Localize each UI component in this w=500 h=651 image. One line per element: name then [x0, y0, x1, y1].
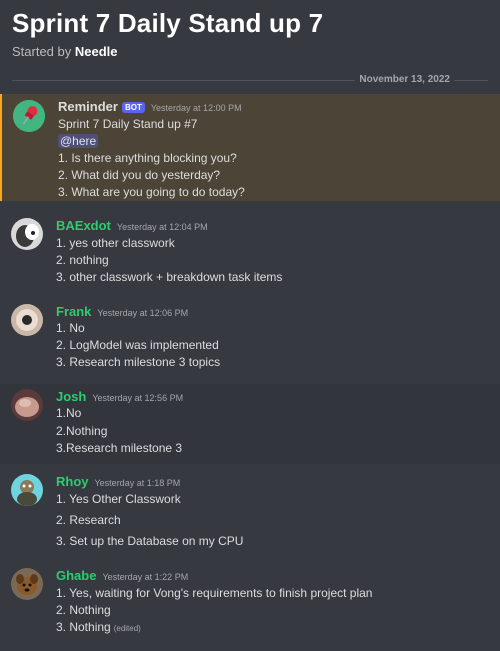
- user-avatar-icon: [11, 304, 43, 336]
- user-avatar-icon: [11, 389, 43, 421]
- message-meta: Rhoy Yesterday at 1:18 PM: [56, 474, 180, 489]
- started-by: Started by Needle: [12, 44, 118, 59]
- started-by-user[interactable]: Needle: [75, 44, 118, 59]
- started-by-prefix: Started by: [12, 44, 72, 59]
- avatar[interactable]: [13, 100, 45, 132]
- message-meta: BAExdot Yesterday at 12:04 PM: [56, 218, 208, 233]
- username[interactable]: Ghabe: [56, 568, 96, 583]
- avatar[interactable]: [11, 568, 43, 600]
- message-ghabe[interactable]: Ghabe Yesterday at 1:22 PM 1. Yes, waiti…: [0, 565, 500, 643]
- message-line: Sprint 7 Daily Stand up #7: [58, 117, 198, 131]
- message-line: 1.No: [56, 406, 82, 420]
- message-line: 2. LogModel was implemented: [56, 338, 219, 352]
- here-mention[interactable]: @here: [58, 134, 99, 148]
- message-line: 2. What did you do yesterday?: [58, 168, 221, 182]
- username[interactable]: Rhoy: [56, 474, 89, 489]
- message-line: 1. No: [56, 321, 85, 335]
- user-avatar-icon: [11, 568, 43, 600]
- timestamp: Yesterday at 12:00 PM: [150, 103, 242, 113]
- username[interactable]: Josh: [56, 389, 86, 404]
- username[interactable]: Frank: [56, 304, 91, 319]
- bot-tag: BOT: [121, 102, 145, 113]
- avatar[interactable]: [11, 389, 43, 421]
- message-line: 3. other classwork + breakdown task item…: [56, 270, 283, 284]
- timestamp: Yesterday at 1:18 PM: [94, 478, 181, 488]
- user-avatar-icon: [11, 474, 43, 506]
- message-meta: Frank Yesterday at 12:06 PM: [56, 304, 188, 319]
- timestamp: Yesterday at 1:22 PM: [102, 572, 189, 582]
- avatar[interactable]: [11, 304, 43, 336]
- message-meta: Ghabe Yesterday at 1:22 PM: [56, 568, 188, 583]
- message-line: 1. Is there anything blocking you?: [58, 151, 237, 165]
- username[interactable]: BAExdot: [56, 218, 111, 233]
- user-avatar-icon: [11, 218, 43, 250]
- timestamp: Yesterday at 12:04 PM: [116, 222, 208, 232]
- timestamp: Yesterday at 12:56 PM: [92, 393, 184, 403]
- avatar[interactable]: [11, 474, 43, 506]
- avatar[interactable]: [11, 218, 43, 250]
- message-baexdot[interactable]: BAExdot Yesterday at 12:04 PM 1. yes oth…: [0, 214, 500, 288]
- pushpin-icon: [13, 100, 45, 132]
- message-josh[interactable]: Josh Yesterday at 12:56 PM 1.No 2.Nothin…: [0, 384, 500, 464]
- message-line: 3. What are you going to do today?: [58, 185, 245, 199]
- edited-label: (edited): [113, 624, 141, 633]
- message-rhoy[interactable]: Rhoy Yesterday at 1:18 PM 1. Yes Other C…: [0, 470, 500, 555]
- date-divider-label: November 13, 2022: [355, 74, 454, 85]
- message-frank[interactable]: Frank Yesterday at 12:06 PM 1. No 2. Log…: [0, 299, 500, 376]
- message-meta: Reminder BOT Yesterday at 12:00 PM: [58, 99, 242, 114]
- message-reminder[interactable]: Reminder BOT Yesterday at 12:00 PM Sprin…: [0, 94, 500, 201]
- username[interactable]: Reminder: [58, 99, 118, 114]
- message-meta: Josh Yesterday at 12:56 PM: [56, 389, 183, 404]
- message-line: 2. Nothing: [56, 603, 111, 617]
- message-line: 3.Research milestone 3: [56, 441, 183, 455]
- message-line: 2.Nothing: [56, 424, 108, 438]
- message-line: 1. yes other classwork: [56, 236, 175, 250]
- timestamp: Yesterday at 12:06 PM: [97, 308, 189, 318]
- message-line: 3. Set up the Database on my CPU: [56, 534, 244, 548]
- message-line: @here: [58, 134, 99, 148]
- thread-header: Sprint 7 Daily Stand up 7: [12, 8, 323, 39]
- message-line: 1. Yes, waiting for Vong's requirements …: [56, 586, 373, 600]
- message-line: 2. Research: [56, 513, 121, 527]
- message-line: 1. Yes Other Classwork: [56, 492, 181, 506]
- message-text: 3. Nothing: [56, 620, 111, 634]
- thread-title: Sprint 7 Daily Stand up 7: [12, 8, 324, 38]
- message-line: 3. Research milestone 3 topics: [56, 355, 221, 369]
- message-line: 3. Nothing (edited): [56, 620, 141, 634]
- message-line: 2. nothing: [56, 253, 109, 267]
